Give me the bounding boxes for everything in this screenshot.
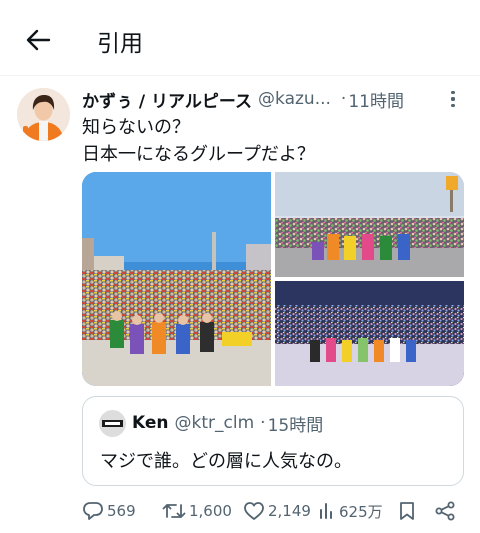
retweet-icon <box>162 504 186 518</box>
more-options-button[interactable] <box>443 88 463 110</box>
tweet-text: 知らないの？ 日本一になるグループだよ？ <box>82 114 462 168</box>
author-handle[interactable]: @kazu... <box>258 89 331 109</box>
photo-arena-crowd[interactable] <box>275 281 464 386</box>
photo-outdoor-crowd[interactable] <box>82 172 271 386</box>
separator-dot: · <box>340 89 347 109</box>
retweet-button[interactable]: 1,600 <box>162 497 232 525</box>
tweet-text-line: 日本一になるグループだよ？ <box>82 144 315 165</box>
views-button[interactable]: 625万 <box>318 497 383 525</box>
like-button[interactable]: 2,149 <box>243 497 311 525</box>
separator-dot: · <box>260 413 266 433</box>
back-button[interactable] <box>18 22 58 58</box>
views-icon <box>320 503 332 519</box>
quote-avatar[interactable] <box>99 410 126 437</box>
quote-text: マジで誰。どの層に人気なの。 <box>100 451 352 472</box>
reply-button[interactable]: 569 <box>82 497 136 525</box>
quote-author-name: Ken <box>132 413 169 433</box>
bookmark-button[interactable] <box>398 497 416 525</box>
avatar[interactable] <box>17 88 70 141</box>
tweet-header: かずぅ / リアルピース @kazu... · 11時間 <box>82 86 467 112</box>
share-button[interactable] <box>434 497 456 525</box>
quoted-tweet[interactable]: Ken @ktr_clm · 15時間 マジで誰。どの層に人気なの。 <box>82 396 464 486</box>
top-bar: 引用 <box>0 0 480 76</box>
page-title: 引用 <box>97 31 143 57</box>
media-grid[interactable] <box>82 172 464 386</box>
reply-icon <box>83 502 103 520</box>
share-icon <box>435 501 455 521</box>
like-icon <box>244 502 264 520</box>
author-name[interactable]: かずぅ / リアルピース <box>82 87 252 112</box>
reply-count: 569 <box>107 502 136 520</box>
photo-stage-crowd[interactable] <box>275 172 464 277</box>
action-bar: 569 1,600 2,149 625万 <box>82 497 464 525</box>
more-vertical-icon <box>451 91 455 95</box>
quote-author-handle: @ktr_clm <box>174 413 255 433</box>
like-count: 2,149 <box>268 502 311 520</box>
retweet-count: 1,600 <box>189 502 232 520</box>
arrow-left-icon <box>26 29 51 51</box>
tweet-time[interactable]: 11時間 <box>348 87 404 112</box>
quote-time: 15時間 <box>267 415 324 436</box>
quote-header: Ken @ktr_clm · 15時間 <box>132 411 324 436</box>
views-count: 625万 <box>339 502 383 521</box>
tweet-text-line: 知らないの？ <box>82 117 190 138</box>
bookmark-icon <box>400 502 414 520</box>
